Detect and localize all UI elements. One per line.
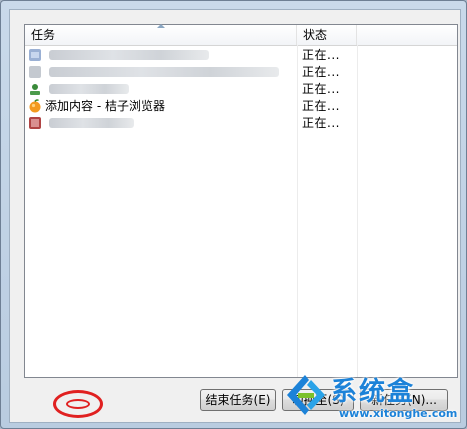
watermark-url: www.xitonghe.com	[339, 407, 458, 420]
task-status: 正在...	[302, 99, 340, 113]
task-list[interactable]: 任务 状态 正在... 正在... 正在... 添加内容 - 桔子浏览器 正在.…	[24, 24, 458, 378]
applications-panel: 任务 状态 正在... 正在... 正在... 添加内容 - 桔子浏览器 正在.…	[9, 9, 461, 423]
blurred-task-name	[49, 67, 279, 77]
status-column-label: 状态	[303, 28, 328, 42]
task-name: 添加内容 - 桔子浏览器	[45, 99, 165, 113]
task-status: 正在...	[302, 48, 340, 62]
list-item[interactable]: 添加内容 - 桔子浏览器 正在...	[25, 98, 457, 114]
task-column-header[interactable]: 任务	[25, 24, 297, 45]
watermark-title: 系统盒	[331, 377, 416, 407]
app-icon	[29, 117, 41, 129]
list-item[interactable]: 正在...	[25, 115, 457, 131]
blurred-task-name	[49, 118, 134, 128]
red-highlight-circle	[53, 390, 103, 418]
xitonghe-logo-icon	[287, 375, 325, 415]
task-status: 正在...	[302, 65, 340, 79]
task-status: 正在...	[302, 82, 340, 96]
red-highlight-inner	[66, 399, 90, 409]
task-status: 正在...	[302, 116, 340, 130]
orange-browser-icon	[29, 99, 41, 113]
app-icon	[29, 49, 41, 61]
task-column-label: 任务	[31, 28, 56, 42]
app-icon	[30, 84, 40, 95]
blurred-task-name	[49, 84, 129, 94]
list-item[interactable]: 正在...	[25, 47, 457, 63]
blurred-task-name	[49, 50, 209, 60]
list-item[interactable]: 正在...	[25, 81, 457, 97]
watermark: 系统盒 www.xitonghe.com	[283, 367, 463, 427]
list-header: 任务 状态	[25, 24, 457, 46]
list-item[interactable]: 正在...	[25, 64, 457, 80]
task-manager-window: 任务 状态 正在... 正在... 正在... 添加内容 - 桔子浏览器 正在.…	[0, 0, 467, 429]
app-icon	[29, 66, 41, 78]
end-task-button[interactable]: 结束任务(E)	[200, 389, 276, 411]
status-column-header[interactable]: 状态	[297, 25, 357, 45]
sort-arrow-icon	[157, 24, 165, 28]
